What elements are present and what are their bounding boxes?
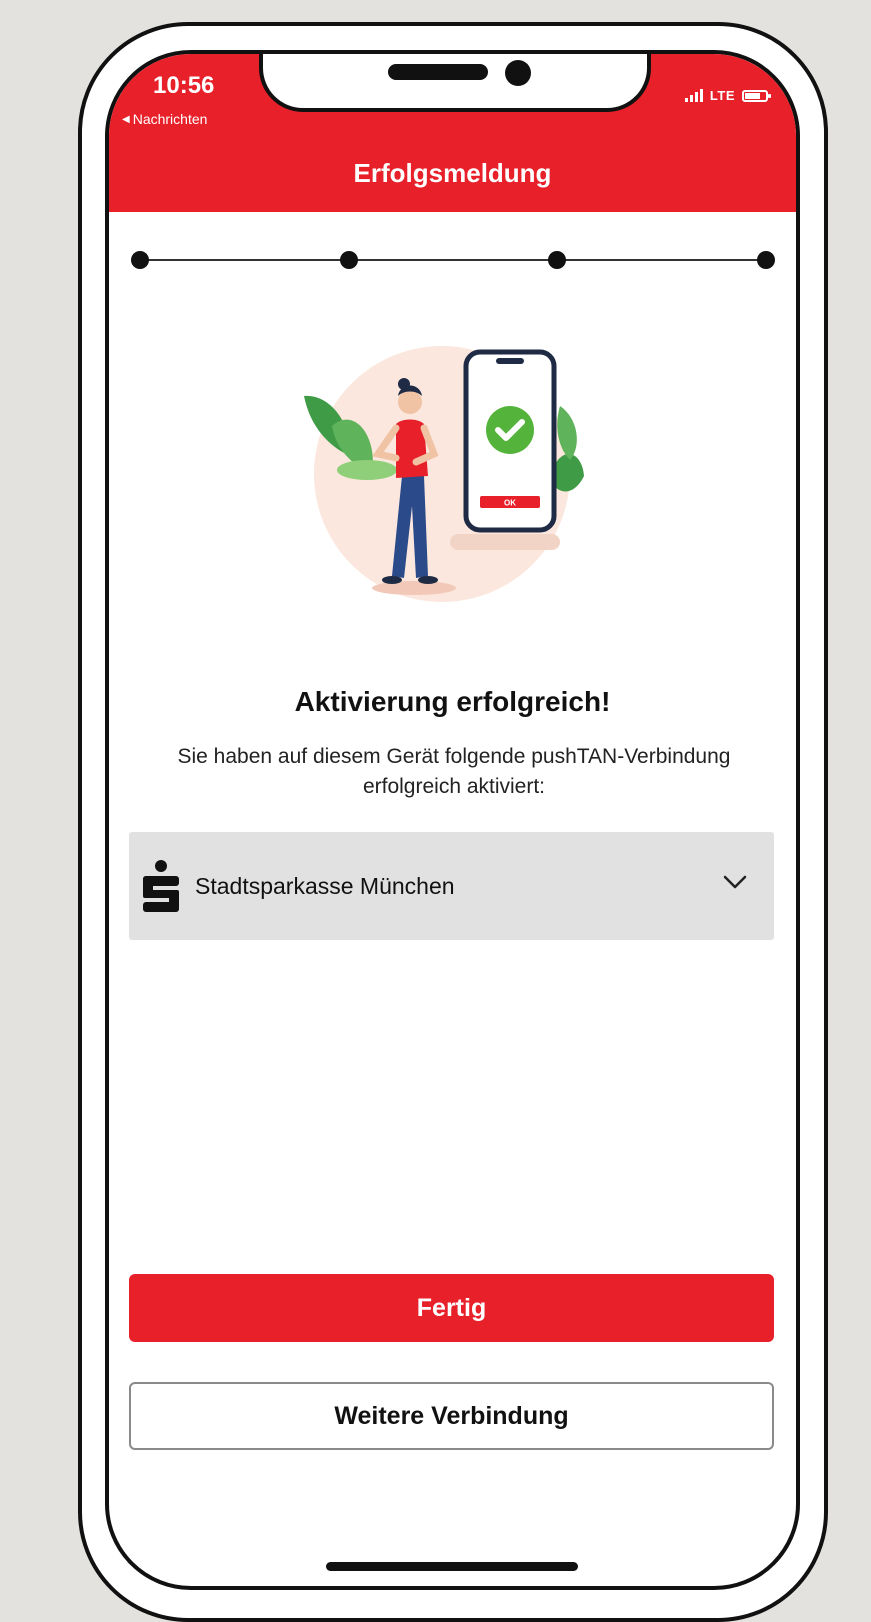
- home-indicator: [326, 1562, 578, 1571]
- stepper-line: [137, 259, 769, 261]
- network-type: LTE: [709, 88, 735, 103]
- phone-screen: 10:56 ◀ Nachrichten LTE Erfolgsmeldung O…: [105, 50, 800, 1590]
- success-headline: Aktivierung erfolgreich!: [294, 686, 611, 717]
- sparkasse-logo-icon: [143, 860, 179, 912]
- step-dot-4: [757, 251, 775, 269]
- back-link-label: Nachrichten: [132, 111, 208, 127]
- weitere-verbindung-button[interactable]: Weitere Verbindung: [129, 1382, 774, 1450]
- fertig-button[interactable]: Fertig: [129, 1274, 774, 1342]
- signal-icon: [684, 89, 703, 102]
- progress-stepper: [131, 250, 775, 270]
- battery-icon: [742, 89, 771, 102]
- status-icons: LTE: [684, 88, 771, 103]
- step-dot-2: [340, 251, 358, 269]
- device-notch: [259, 54, 651, 112]
- step-dot-3: [548, 251, 566, 269]
- page-title: Erfolgsmeldung: [353, 158, 552, 188]
- connection-dropdown[interactable]: Stadtsparkasse München: [129, 832, 774, 940]
- back-arrow-icon: ◀: [122, 113, 130, 125]
- illustration-ok-label: OK: [504, 499, 516, 508]
- step-dot-1: [131, 251, 149, 269]
- chevron-down-icon: [723, 875, 747, 889]
- success-illustration: OK: [304, 346, 584, 602]
- camera-icon: [505, 60, 531, 86]
- status-time: 10:56: [153, 72, 215, 99]
- success-description: Sie haben auf diesem Gerät folgende push…: [177, 745, 731, 798]
- speaker-icon: [388, 64, 488, 80]
- connection-label: Stadtsparkasse München: [195, 872, 455, 899]
- back-to-app-link[interactable]: ◀ Nachrichten: [122, 111, 207, 127]
